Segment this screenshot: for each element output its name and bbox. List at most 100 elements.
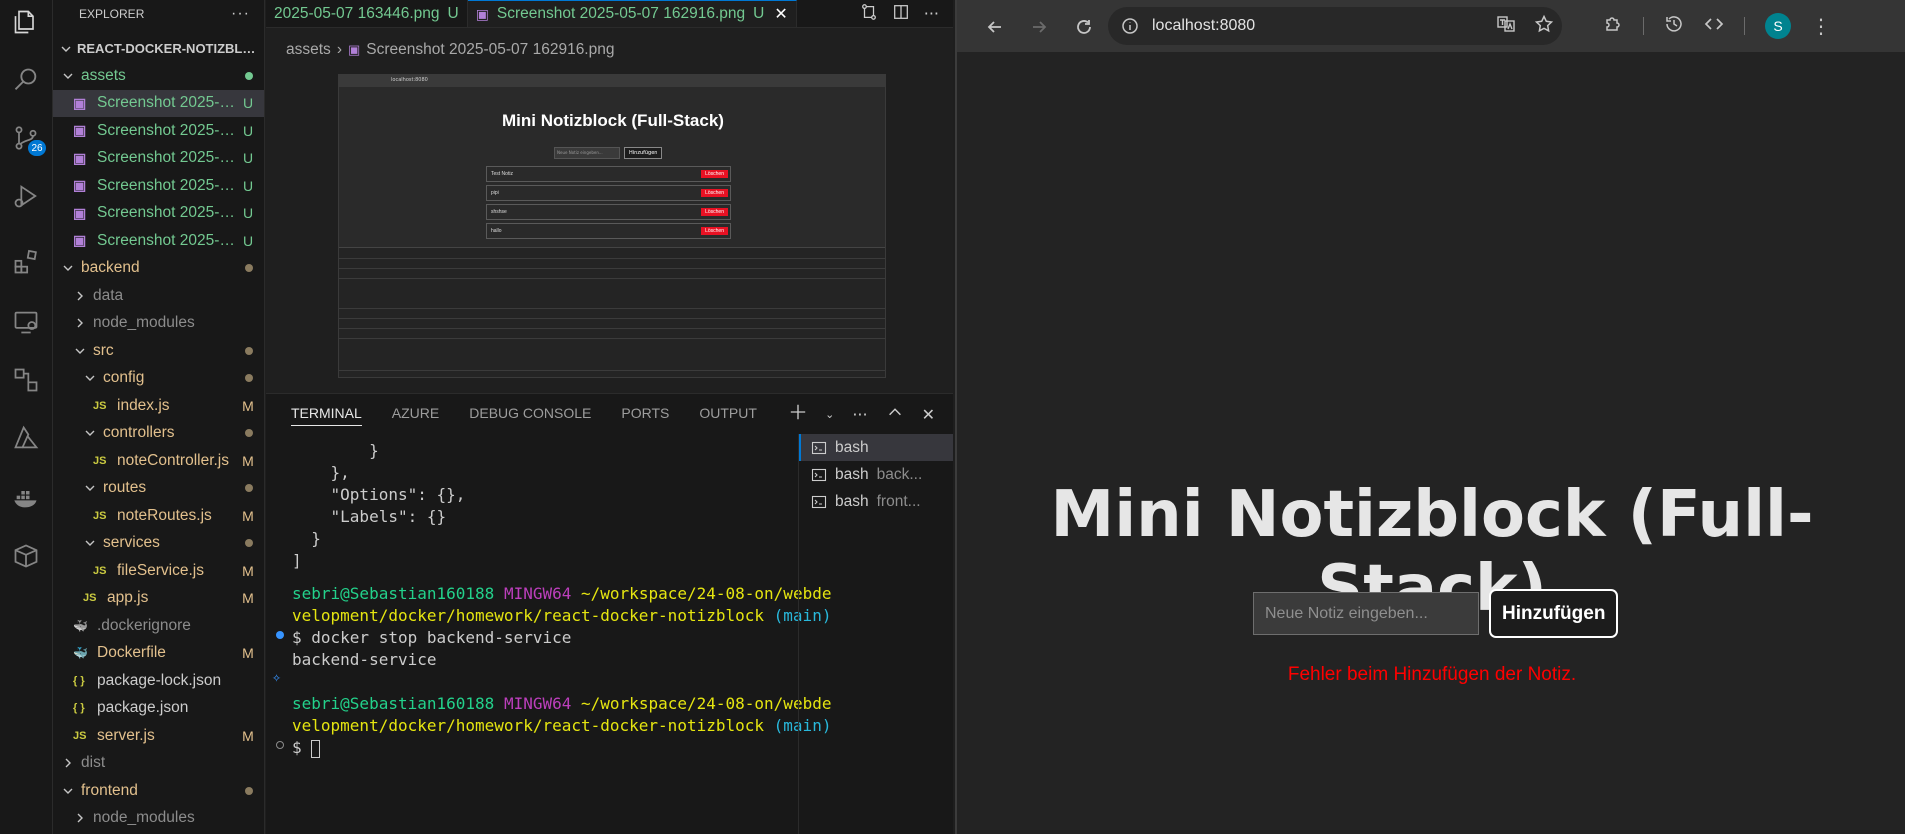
- translate-icon[interactable]: [1496, 14, 1516, 38]
- tree-item[interactable]: 🐳 .dockerignore: [53, 612, 264, 640]
- terminal-output[interactable]: } }, "Options": {}, "Labels": {} } ] seb…: [266, 440, 831, 834]
- run-debug-icon[interactable]: [8, 178, 44, 214]
- command-success-marker[interactable]: [276, 631, 284, 639]
- git-status-badge: M: [242, 590, 254, 607]
- tab-output[interactable]: OUTPUT: [699, 405, 757, 421]
- tree-item[interactable]: ▣ Screenshot 2025-05-07 163446.png U: [53, 117, 264, 145]
- breadcrumb-item[interactable]: Screenshot 2025-05-07 162916.png: [366, 41, 614, 59]
- tree-item[interactable]: ▣ Screenshot 2025-05-07 ...png U: [53, 200, 264, 228]
- add-note-button[interactable]: Hinzufügen: [1489, 589, 1619, 638]
- files-icon[interactable]: [8, 4, 44, 40]
- tree-item[interactable]: controllers: [53, 420, 264, 448]
- tab-debug-console[interactable]: DEBUG CONSOLE: [469, 405, 591, 421]
- tree-item[interactable]: routes: [53, 475, 264, 503]
- terminal-item-bash[interactable]: bash: [799, 434, 953, 461]
- maximize-panel-icon[interactable]: [886, 403, 904, 425]
- tab-screenshot-163446[interactable]: 2025-05-07 163446.png U: [266, 0, 468, 27]
- tree-item[interactable]: 🐳 Dockerfile M: [53, 640, 264, 668]
- note-input[interactable]: [1253, 592, 1479, 635]
- terminal-input-line[interactable]: $: [292, 737, 321, 759]
- history-icon[interactable]: [1664, 14, 1684, 38]
- image-preview[interactable]: localhost:8080 Mini Notizblock (Full-Sta…: [338, 74, 886, 378]
- project-root[interactable]: REACT-DOCKER-NOTIZBLOCK: [53, 35, 264, 63]
- tree-item[interactable]: JS noteController.js M: [53, 447, 264, 475]
- terminal-sub: front...: [876, 492, 921, 510]
- bookmark-star-icon[interactable]: [1534, 14, 1554, 38]
- extensions-icon[interactable]: [8, 244, 44, 280]
- testing-icon[interactable]: [8, 362, 44, 398]
- chevron-down-icon[interactable]: ⌄: [825, 408, 834, 421]
- address-bar[interactable]: localhost:8080: [1108, 7, 1562, 45]
- tree-item[interactable]: { } package-lock.json: [53, 667, 264, 695]
- preview-devtools-divider: [339, 318, 885, 319]
- devtools-icon[interactable]: [1704, 14, 1724, 38]
- tree-item[interactable]: JS index.js M: [53, 392, 264, 420]
- preview-note: hallo Löschen: [486, 223, 731, 239]
- azure-icon[interactable]: [8, 420, 44, 456]
- git-status-dot: [245, 71, 253, 80]
- breadcrumb-item[interactable]: assets: [286, 41, 331, 59]
- menu-kebab-icon[interactable]: ⋮: [1811, 16, 1831, 36]
- tab-azure[interactable]: AZURE: [392, 405, 439, 421]
- tab-terminal[interactable]: TERMINAL: [291, 405, 362, 426]
- database-icon[interactable]: [8, 538, 44, 574]
- tree-item[interactable]: assets: [53, 62, 264, 90]
- tree-item[interactable]: node_modules: [53, 805, 264, 833]
- preview-heading: Mini Notizblock (Full-Stack): [502, 111, 724, 130]
- sparkle-icon[interactable]: ✧: [272, 668, 281, 686]
- new-terminal-icon[interactable]: [789, 403, 807, 425]
- tree-item[interactable]: JS server.js M: [53, 722, 264, 750]
- back-icon[interactable]: [983, 15, 1007, 39]
- preview-devtools-divider: [339, 308, 885, 309]
- profile-avatar[interactable]: S: [1765, 13, 1791, 39]
- tree-item[interactable]: frontend: [53, 777, 264, 805]
- explorer-more-button[interactable]: ···: [231, 5, 250, 23]
- command-pending-marker[interactable]: [276, 741, 284, 749]
- tree-item[interactable]: src: [53, 337, 264, 365]
- reload-icon[interactable]: [1072, 15, 1096, 39]
- tree-item[interactable]: { } package.json: [53, 695, 264, 723]
- more-actions-icon[interactable]: ···: [924, 4, 939, 23]
- remote-explorer-icon[interactable]: [8, 304, 44, 340]
- terminal-prompt: velopment/docker/homework/react-docker-n…: [292, 605, 831, 627]
- toolbar-separator: [1744, 17, 1745, 35]
- site-info-icon[interactable]: [1121, 17, 1139, 35]
- forward-icon[interactable]: [1027, 15, 1051, 39]
- tree-item[interactable]: ▣ Screenshot 2025-05-07 ...png U: [53, 227, 264, 255]
- tree-item[interactable]: JS noteRoutes.js M: [53, 502, 264, 530]
- tree-item-label: node_modules: [93, 809, 195, 827]
- tree-item[interactable]: dist: [53, 750, 264, 778]
- git-status-badge: M: [242, 507, 254, 524]
- tree-item[interactable]: JS fileService.js M: [53, 557, 264, 585]
- git-status-badge: M: [242, 397, 254, 414]
- compare-icon[interactable]: [860, 3, 878, 25]
- terminal-item-bash-frontend[interactable]: bash front...: [799, 488, 953, 515]
- source-control-icon[interactable]: 26: [8, 120, 46, 156]
- tree-item[interactable]: JS app.js M: [53, 585, 264, 613]
- split-editor-icon[interactable]: [892, 3, 910, 25]
- tree-item[interactable]: ▣ Screenshot 2025-05-07 ...png U: [53, 145, 264, 173]
- terminal-line: ]: [292, 551, 302, 570]
- git-status-dot: [245, 786, 253, 795]
- search-icon[interactable]: [8, 62, 44, 98]
- more-actions-icon[interactable]: ···: [852, 405, 867, 424]
- terminal-line: "Labels": {}: [292, 507, 447, 526]
- preview-delete-button: Löschen: [701, 170, 728, 178]
- tab-ports[interactable]: PORTS: [621, 405, 669, 421]
- tree-item[interactable]: ▣ Screenshot 2025-05-07 162916.png U: [53, 89, 264, 117]
- terminal-item-bash-backend[interactable]: bash back...: [799, 461, 953, 488]
- tree-item[interactable]: services: [53, 530, 264, 558]
- tree-item[interactable]: ▣ Screenshot 2025-05-07 ...png U: [53, 172, 264, 200]
- extensions-icon[interactable]: [1603, 14, 1623, 38]
- tree-item-label: controllers: [103, 424, 175, 442]
- git-status-badge: M: [242, 452, 254, 469]
- tree-item[interactable]: config: [53, 365, 264, 393]
- close-icon[interactable]: ✕: [774, 4, 787, 24]
- tree-item[interactable]: backend: [53, 255, 264, 283]
- tree-item[interactable]: node_modules: [53, 310, 264, 338]
- tree-item[interactable]: data: [53, 282, 264, 310]
- close-panel-icon[interactable]: ✕: [922, 405, 935, 424]
- tree-item-label: services: [103, 534, 160, 552]
- tab-screenshot-162916[interactable]: ▣ Screenshot 2025-05-07 162916.png U ✕: [467, 0, 797, 27]
- docker-icon[interactable]: [8, 480, 44, 516]
